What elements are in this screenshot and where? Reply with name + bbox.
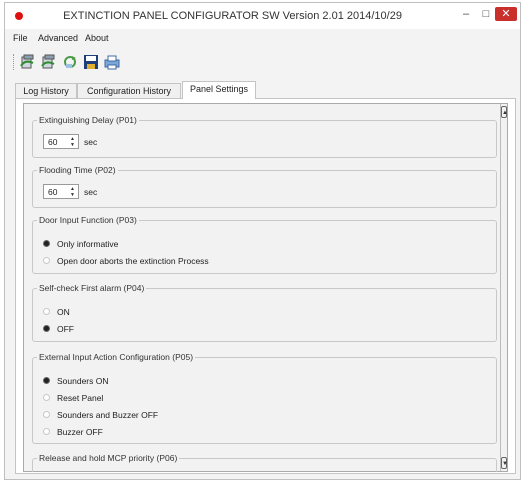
radio-selected-icon (43, 240, 50, 247)
radio-unselected-icon (43, 394, 50, 401)
radio-label: Reset Panel (57, 393, 104, 403)
vertical-scrollbar[interactable]: ▲ ▼ (500, 104, 508, 471)
tab-log-history[interactable]: Log History (15, 83, 77, 98)
settings-scroll-area[interactable]: Extinguishing Delay (P01) 60 ▲ ▼ sec Flo… (23, 103, 508, 472)
group-p04-title: Self-check First alarm (P04) (37, 283, 147, 293)
group-p03-title: Door Input Function (P03) (37, 215, 139, 225)
flooding-time-value: 60 (48, 187, 58, 197)
window-title: EXTINCTION PANEL CONFIGURATOR SW Version… (63, 10, 402, 22)
minimize-button[interactable]: – (457, 7, 475, 21)
menu-about[interactable]: About (85, 33, 109, 43)
connect-icon[interactable] (20, 54, 36, 70)
extinguishing-delay-stepper[interactable]: 60 ▲ ▼ (43, 134, 79, 149)
group-p01-title: Extinguishing Delay (P01) (37, 115, 139, 125)
group-p02-title: Flooding Time (P02) (37, 165, 118, 175)
close-button[interactable]: ✕ (495, 7, 517, 21)
group-p06: Release and hold MCP priority (P06) (32, 453, 497, 472)
scroll-up-icon[interactable]: ▲ (501, 106, 508, 118)
scroll-down-icon[interactable]: ▼ (501, 457, 508, 469)
app-window: EXTINCTION PANEL CONFIGURATOR SW Version… (4, 2, 521, 480)
menu-advanced[interactable]: Advanced (38, 33, 78, 43)
stepper-down-icon[interactable]: ▼ (68, 192, 77, 198)
print-icon[interactable] (104, 54, 120, 70)
tab-panel-settings[interactable]: Panel Settings (182, 81, 256, 99)
flooding-time-unit: sec (84, 187, 98, 197)
radio-selected-icon (43, 377, 50, 384)
radio-label: Sounders and Buzzer OFF (57, 410, 159, 420)
radio-label: Open door aborts the extinction Process (57, 256, 209, 266)
radio-unselected-icon (43, 308, 50, 315)
maximize-button[interactable]: □ (477, 7, 495, 21)
radio-label: Sounders ON (57, 376, 109, 386)
group-p03: Door Input Function (P03) Only informati… (32, 215, 497, 274)
radio-unselected-icon (43, 411, 50, 418)
group-p05-title: External Input Action Configuration (P05… (37, 352, 196, 362)
stepper-down-icon[interactable]: ▼ (68, 142, 77, 148)
radio-unselected-icon (43, 428, 50, 435)
radio-unselected-icon (43, 257, 50, 264)
flooding-time-stepper[interactable]: 60 ▲ ▼ (43, 184, 79, 199)
group-p05: External Input Action Configuration (P05… (32, 352, 497, 444)
refresh-icon[interactable] (62, 54, 78, 70)
radio-label: Only informative (57, 239, 119, 249)
group-p01: Extinguishing Delay (P01) 60 ▲ ▼ sec (32, 115, 497, 158)
toolbar-grip (13, 54, 16, 70)
radio-label: OFF (57, 324, 74, 334)
menu-file[interactable]: File (13, 33, 28, 43)
extinguishing-delay-unit: sec (84, 137, 98, 147)
group-p02: Flooding Time (P02) 60 ▲ ▼ sec (32, 165, 497, 208)
save-icon[interactable] (83, 54, 99, 70)
group-p04: Self-check First alarm (P04) ON OFF (32, 283, 497, 342)
title-bar: EXTINCTION PANEL CONFIGURATOR SW Version… (5, 3, 520, 29)
menu-bar: File Advanced About (5, 31, 520, 47)
radio-label: ON (57, 307, 70, 317)
extinguishing-delay-value: 60 (48, 137, 58, 147)
group-p06-title: Release and hold MCP priority (P06) (37, 453, 180, 463)
toolbar (13, 52, 520, 74)
disconnect-icon[interactable] (41, 54, 57, 70)
tab-configuration-history[interactable]: Configuration History (77, 83, 181, 98)
radio-selected-icon (43, 325, 50, 332)
radio-label: Buzzer OFF (57, 427, 103, 437)
